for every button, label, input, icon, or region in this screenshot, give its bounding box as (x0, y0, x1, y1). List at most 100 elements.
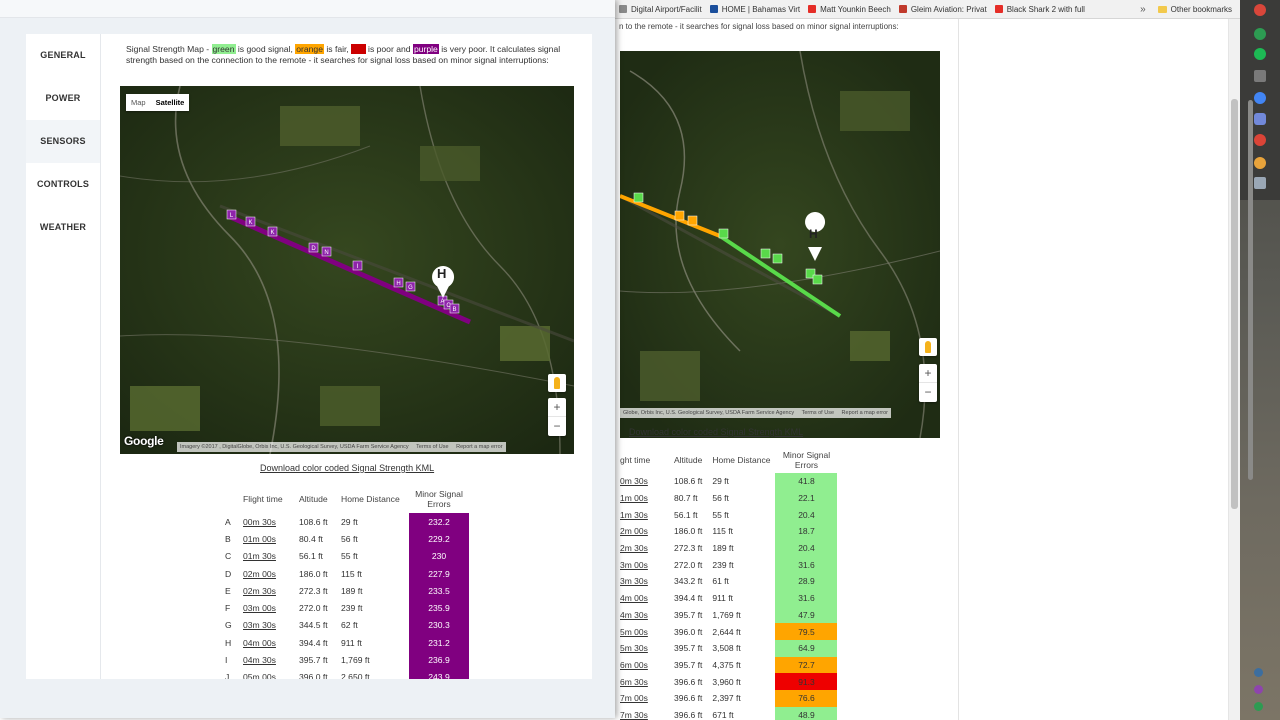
table-row: 2m 00s 186.0 ft 115 ft 18.7 (615, 523, 838, 540)
table-row: E 02m 30s 272.3 ft 189 ft 233.5 (221, 582, 469, 600)
zoom-in-button[interactable]: + (548, 398, 566, 417)
table-row: D 02m 00s 186.0 ft 115 ft 227.9 (221, 564, 469, 583)
table-row: 6m 30s 396.6 ft 3,960 ft 91.3 (615, 673, 838, 690)
nav-item-power[interactable]: POWER (26, 77, 100, 120)
bookmarks-overflow-button[interactable]: » (1132, 4, 1154, 15)
bg-terms-link[interactable]: Terms of Use (802, 410, 834, 416)
home-distance-cell: 3,508 ft (712, 643, 741, 654)
altitude-cell: 344.5 ft (299, 620, 328, 631)
terms-of-use-link[interactable]: Terms of Use (416, 444, 448, 450)
flight-time-link[interactable]: 0m 30s (615, 473, 669, 490)
altitude-cell: 395.7 ft (674, 609, 703, 620)
flight-time-link[interactable]: 00m 30s (239, 513, 295, 530)
chrome-icon[interactable] (1254, 134, 1266, 146)
other-bookmarks-folder[interactable]: Other bookmarks (1154, 5, 1240, 14)
bg-report-link[interactable]: Report a map error (842, 410, 888, 416)
chrome-icon[interactable] (1254, 92, 1266, 104)
foreground-window: GENERAL POWER SENSORS CONTROLS WEATHER S… (0, 0, 615, 718)
bg-scrollbar[interactable] (1228, 19, 1240, 720)
nav-item-controls[interactable]: CONTROLS (26, 163, 100, 206)
chrome-icon[interactable] (1254, 157, 1266, 169)
bookmark-item[interactable]: Gleim Aviation: Privat (895, 5, 991, 14)
svg-text:B: B (452, 307, 456, 313)
window-icon[interactable] (1254, 177, 1266, 189)
flight-time-link[interactable]: 3m 30s (615, 573, 669, 590)
flight-time-link[interactable]: 01m 30s (239, 548, 295, 565)
bookmark-item[interactable]: Matt Younkin Beech (804, 5, 895, 14)
spotify-icon[interactable] (1254, 48, 1266, 60)
home-distance-cell: 115 ft (712, 526, 733, 537)
flight-time-link[interactable]: 04m 00s (239, 634, 295, 651)
flight-time-link[interactable]: 05m 00s (239, 669, 295, 679)
flight-time-link[interactable]: 03m 00s (239, 599, 295, 616)
satellite-view-button[interactable]: Satellite (151, 94, 190, 111)
bg-street-view-pegman[interactable] (919, 338, 937, 356)
map-view-button[interactable]: Map (126, 94, 151, 111)
street-view-pegman[interactable] (548, 374, 566, 392)
flight-time-link[interactable]: 7m 00s (615, 690, 669, 707)
home-marker-label[interactable]: H (437, 266, 446, 281)
bg-satellite-imagery (620, 51, 940, 438)
nav-item-weather[interactable]: WEATHER (26, 206, 100, 249)
signal-strength-map[interactable]: L K K D N I H G A C B H Map Satellite + … (120, 86, 574, 454)
flight-time-link[interactable]: 5m 00s (615, 623, 669, 640)
tray-icon[interactable] (1254, 702, 1263, 711)
bookmark-item[interactable]: HOME | Bahamas Virt (706, 5, 804, 14)
grid-icon[interactable] (1254, 70, 1266, 82)
flight-time-link[interactable]: 02m 30s (239, 582, 295, 599)
table-row: 5m 00s 396.0 ft 2,644 ft 79.5 (615, 623, 838, 640)
flight-time-link[interactable]: 03m 30s (239, 617, 295, 634)
legend-green: green (211, 44, 236, 54)
bg-zoom-control: + − (919, 364, 937, 402)
altitude-cell: 395.7 ft (674, 643, 703, 654)
flight-time-link[interactable]: 02m 00s (239, 565, 295, 582)
flight-time-link[interactable]: 04m 30s (239, 651, 295, 668)
altitude-cell: 56.1 ft (299, 551, 323, 562)
flight-time-link[interactable]: 1m 30s (615, 506, 669, 523)
flight-time-link[interactable]: 7m 30s (615, 707, 669, 720)
signal-errors-cell: 230 (409, 547, 469, 565)
bg-zoom-in-button[interactable]: + (919, 364, 937, 383)
bg-col-minor-signal-errors: Minor Signal Errors (782, 450, 831, 470)
flight-time-link[interactable]: 5m 30s (615, 640, 669, 657)
bookmark-item[interactable]: Digital Airport/Facilit (615, 5, 706, 14)
flight-time-link[interactable]: 6m 00s (615, 657, 669, 674)
tray-icon[interactable] (1254, 668, 1263, 677)
flight-time-link[interactable]: 4m 00s (615, 590, 669, 607)
legend-orange: orange (295, 44, 324, 54)
nav-item-sensors[interactable]: SENSORS (26, 120, 100, 163)
signal-errors-cell: 22.1 (775, 489, 838, 507)
svg-text:K: K (270, 230, 274, 236)
bg-col-home-distance: Home Distance (712, 455, 771, 465)
flight-time-link[interactable]: 01m 00s (239, 530, 295, 547)
altitude-cell: 395.7 ft (299, 655, 328, 666)
bookmark-item[interactable]: Black Shark 2 with full (991, 5, 1089, 14)
svg-text:H: H (396, 281, 400, 287)
sidebar-nav: GENERAL POWER SENSORS CONTROLS WEATHER (26, 34, 100, 679)
report-map-error-link[interactable]: Report a map error (456, 444, 502, 450)
flight-time-link[interactable]: 2m 30s (615, 540, 669, 557)
signal-errors-cell: 235.9 (409, 599, 469, 617)
nav-item-general[interactable]: GENERAL (26, 34, 100, 77)
download-kml-link[interactable]: Download color coded Signal Strength KML (260, 463, 434, 473)
signal-errors-cell: 48.9 (775, 706, 838, 720)
flight-time-link[interactable]: 3m 00s (615, 556, 669, 573)
drive-icon[interactable] (1254, 28, 1266, 40)
zoom-out-button[interactable]: − (548, 417, 566, 436)
home-distance-cell: 61 ft (712, 576, 729, 587)
chrome-icon[interactable] (1254, 4, 1266, 16)
flight-time-link[interactable]: 6m 30s (615, 673, 669, 690)
flight-time-link[interactable]: 2m 00s (615, 523, 669, 540)
strip-scrollbar[interactable] (1248, 100, 1253, 480)
flight-time-link[interactable]: 4m 30s (615, 607, 669, 624)
window-title-bar[interactable] (0, 0, 615, 18)
bg-download-kml-link[interactable]: Download color coded Signal Strength KML (629, 427, 803, 437)
bg-scrollbar-thumb[interactable] (1231, 99, 1238, 509)
bg-page-divider (958, 19, 959, 720)
flight-time-link[interactable]: 1m 00s (615, 490, 669, 507)
bg-zoom-out-button[interactable]: − (919, 383, 937, 402)
tray-icon[interactable] (1254, 685, 1263, 694)
home-distance-cell: 62 ft (341, 620, 358, 631)
bg-signal-map[interactable]: H + − Globe, Orbis Inc, U.S. Geological … (620, 51, 940, 438)
discord-icon[interactable] (1254, 113, 1266, 125)
